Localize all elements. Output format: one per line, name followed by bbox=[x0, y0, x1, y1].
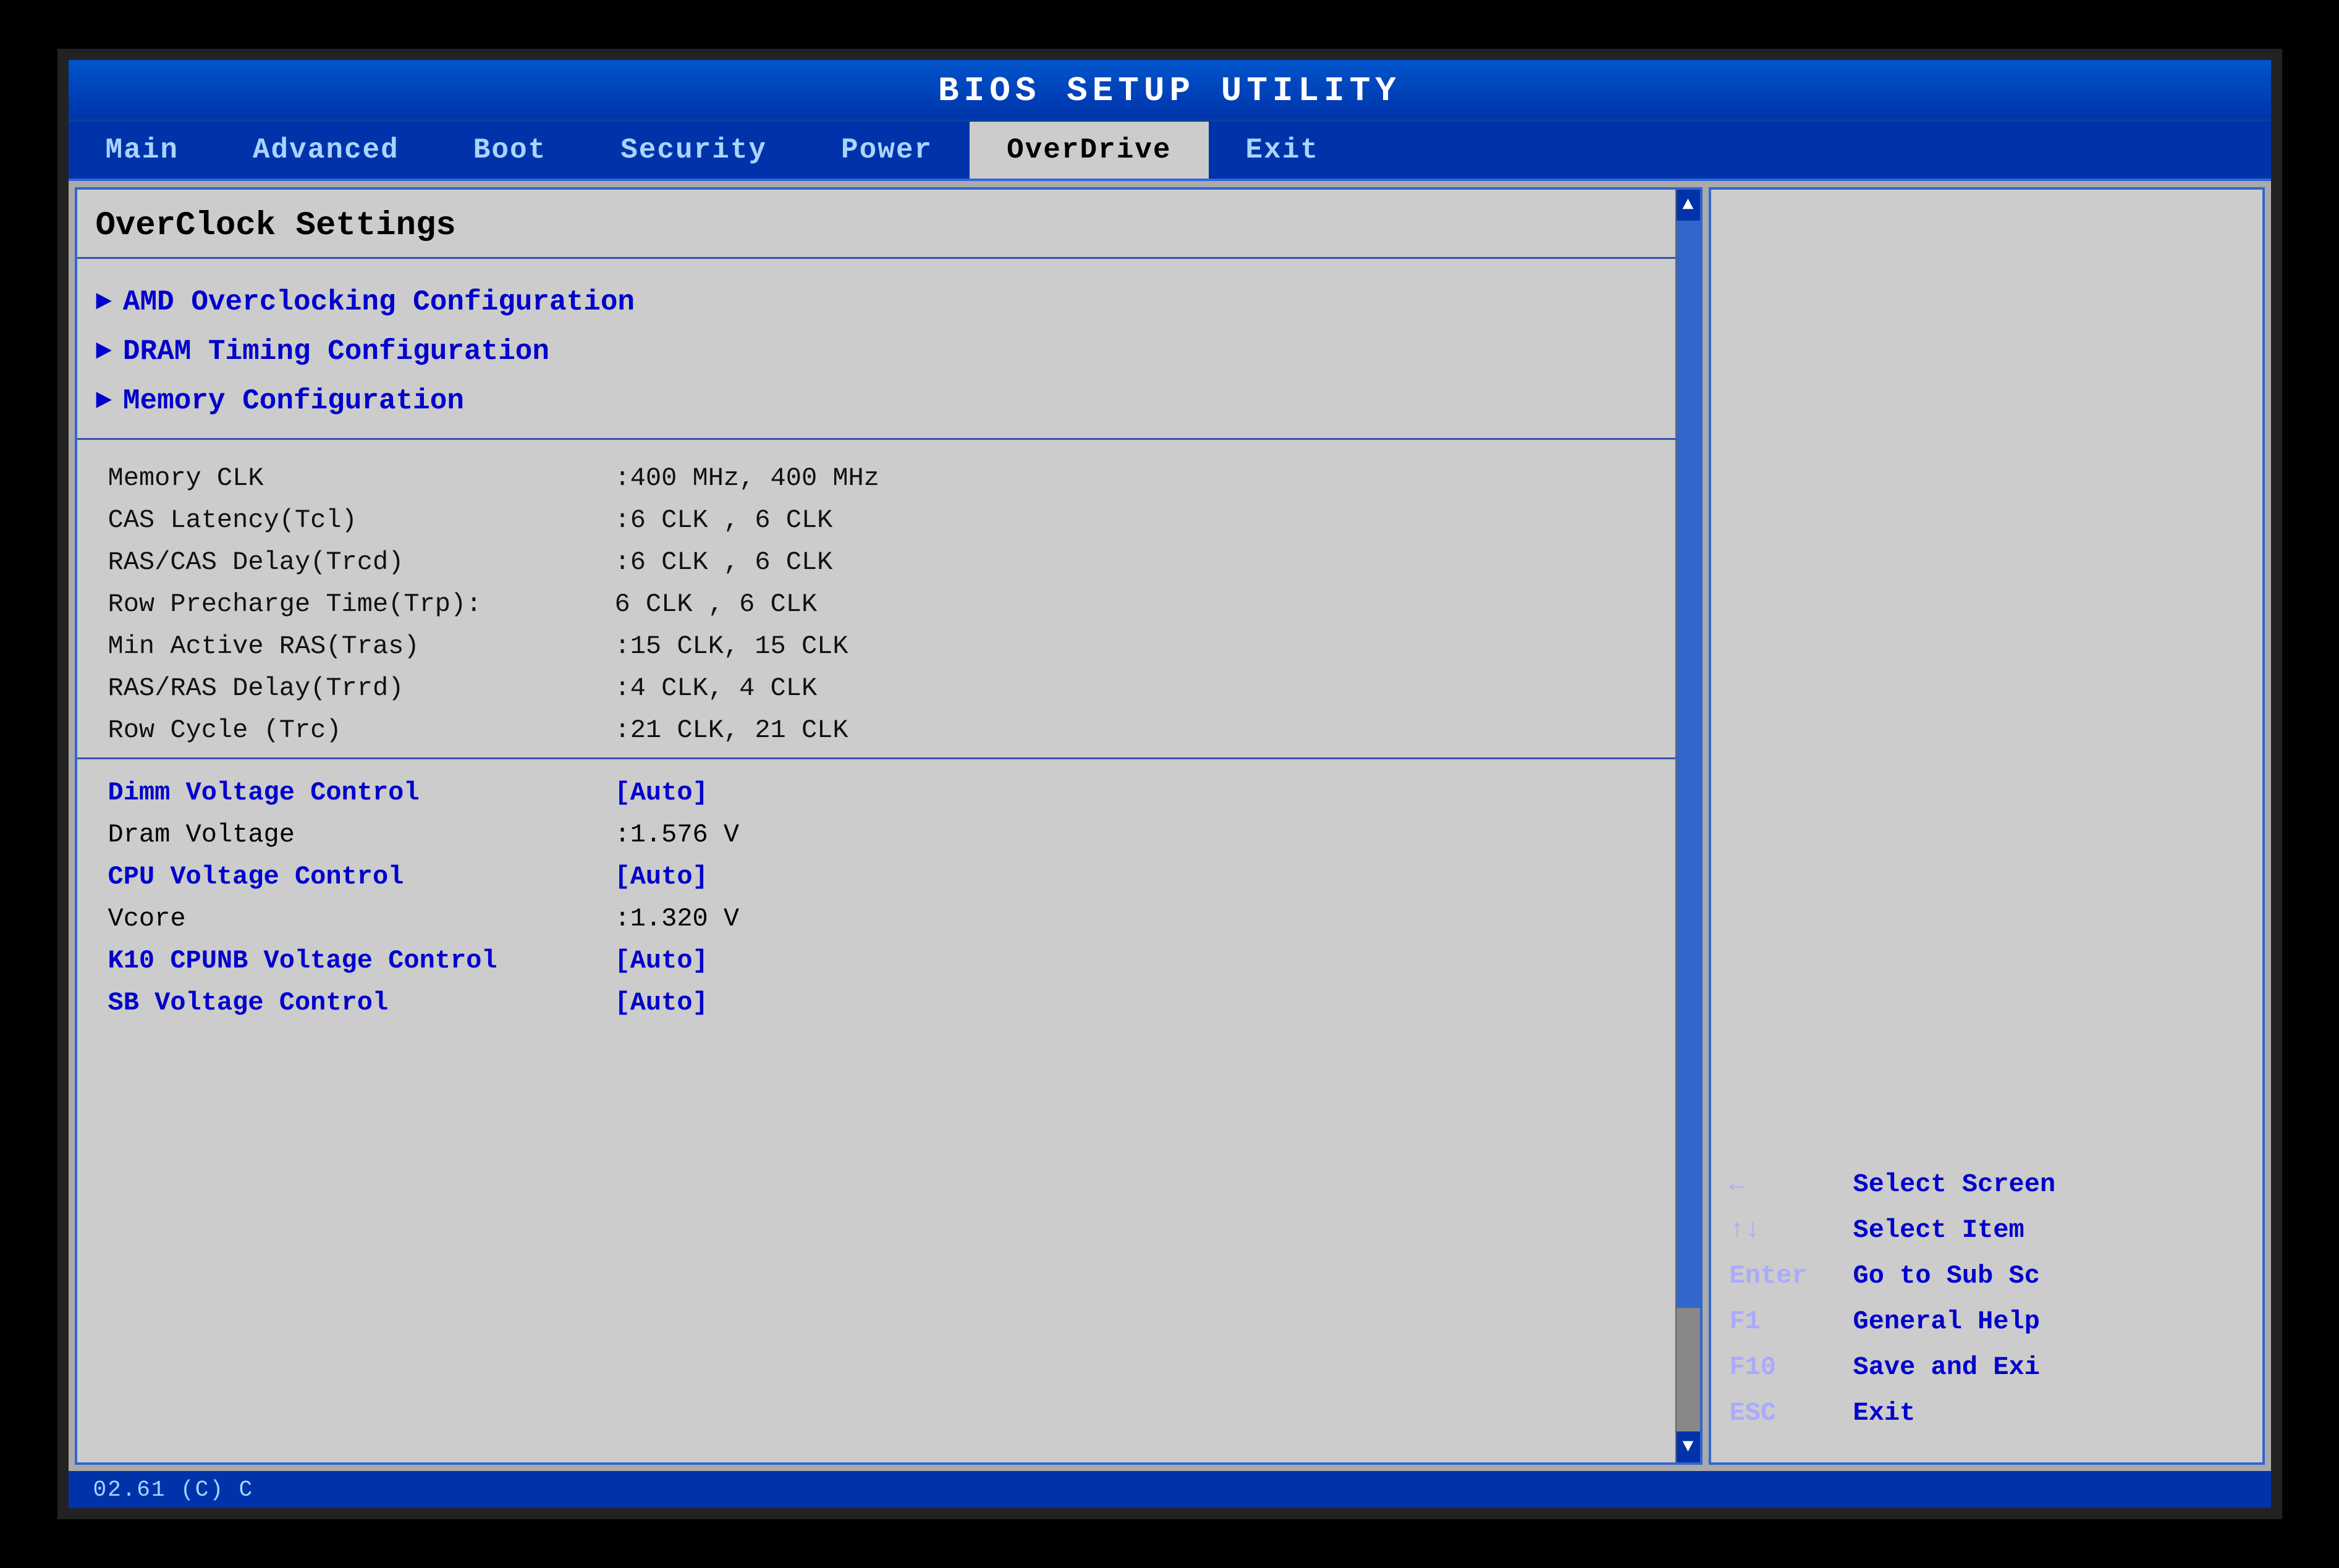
voltage-label-0: Dimm Voltage Control bbox=[108, 778, 615, 807]
submenu-memory[interactable]: ► Memory Configuration bbox=[96, 376, 1681, 426]
setting-value-5: :4 CLK, 4 CLK bbox=[615, 673, 818, 703]
scroll-thumb[interactable] bbox=[1677, 1308, 1700, 1431]
tab-security[interactable]: Security bbox=[583, 122, 804, 179]
setting-label-4: Min Active RAS(Tras) bbox=[108, 631, 615, 661]
voltage-label-5: SB Voltage Control bbox=[108, 988, 615, 1018]
tab-advanced[interactable]: Advanced bbox=[216, 122, 436, 179]
voltage-value-2: [Auto] bbox=[615, 862, 708, 891]
table-row: Dimm Voltage Control [Auto] bbox=[108, 772, 1681, 814]
setting-value-0: :400 MHz, 400 MHz bbox=[615, 463, 879, 493]
main-panel: OverClock Settings ► AMD Overclocking Co… bbox=[75, 187, 1702, 1465]
setting-label-3: Row Precharge Time(Trp): bbox=[108, 589, 615, 619]
tab-exit[interactable]: Exit bbox=[1209, 122, 1356, 179]
scroll-down-button[interactable]: ▼ bbox=[1677, 1431, 1700, 1462]
setting-label-1: CAS Latency(Tcl) bbox=[108, 505, 615, 535]
voltage-label-3: Vcore bbox=[108, 904, 615, 934]
voltage-label-4: K10 CPUNB Voltage Control bbox=[108, 946, 615, 976]
panel-body: ► AMD Overclocking Configuration ► DRAM … bbox=[77, 259, 1700, 1462]
setting-label-2: RAS/CAS Delay(Trcd) bbox=[108, 547, 615, 577]
legend-desc-3: General Help bbox=[1853, 1307, 2040, 1336]
bios-title: BIOS SETUP UTILITY bbox=[938, 71, 1401, 111]
bios-screen: BIOS SETUP UTILITY Main Advanced Boot Se… bbox=[57, 49, 2282, 1519]
legend-item-2: Enter Go to Sub Sc bbox=[1730, 1261, 2244, 1291]
setting-value-4: :15 CLK, 15 CLK bbox=[615, 631, 848, 661]
right-panel: ← Select Screen ↑↓ Select Item Enter Go … bbox=[1709, 187, 2265, 1465]
setting-label-5: RAS/RAS Delay(Trrd) bbox=[108, 673, 615, 703]
voltage-value-5: [Auto] bbox=[615, 988, 708, 1018]
submenu-amd-label: AMD Overclocking Configuration bbox=[123, 286, 635, 318]
legend-desc-2: Go to Sub Sc bbox=[1853, 1261, 2040, 1291]
table-row: Row Precharge Time(Trp): 6 CLK , 6 CLK bbox=[108, 583, 1681, 625]
table-row: Dram Voltage :1.576 V bbox=[108, 814, 1681, 856]
legend-item-5: ESC Exit bbox=[1730, 1398, 2244, 1428]
arrow-icon-memory: ► bbox=[96, 386, 112, 416]
arrow-icon-amd: ► bbox=[96, 287, 112, 318]
scroll-up-button[interactable]: ▲ bbox=[1677, 190, 1700, 221]
tab-boot[interactable]: Boot bbox=[436, 122, 583, 179]
table-row: RAS/RAS Delay(Trrd) :4 CLK, 4 CLK bbox=[108, 667, 1681, 709]
voltage-value-3: :1.320 V bbox=[615, 904, 740, 934]
legend-key-2: Enter bbox=[1730, 1261, 1853, 1291]
panel-title: OverClock Settings bbox=[77, 190, 1700, 259]
legend-key-4: F10 bbox=[1730, 1352, 1853, 1382]
voltage-value-4: [Auto] bbox=[615, 946, 708, 976]
voltage-value-1: :1.576 V bbox=[615, 820, 740, 849]
content-area: OverClock Settings ► AMD Overclocking Co… bbox=[69, 181, 2271, 1471]
scroll-track bbox=[1677, 221, 1700, 1431]
bottom-text: 02.61 (C) C bbox=[93, 1477, 254, 1503]
tab-main[interactable]: Main bbox=[69, 122, 216, 179]
scrollbar[interactable]: ▲ ▼ bbox=[1675, 190, 1700, 1462]
legend-key-0: ← bbox=[1730, 1170, 1853, 1199]
table-row: K10 CPUNB Voltage Control [Auto] bbox=[108, 940, 1681, 982]
legend-item-0: ← Select Screen bbox=[1730, 1170, 2244, 1199]
submenu-memory-label: Memory Configuration bbox=[123, 385, 464, 417]
legend-desc-0: Select Screen bbox=[1853, 1170, 2056, 1199]
table-row: CPU Voltage Control [Auto] bbox=[108, 856, 1681, 898]
arrow-icon-dram: ► bbox=[96, 336, 112, 367]
table-row: RAS/CAS Delay(Trcd) :6 CLK , 6 CLK bbox=[108, 541, 1681, 583]
voltage-label-2: CPU Voltage Control bbox=[108, 862, 615, 891]
settings-section: Memory CLK :400 MHz, 400 MHz CAS Latency… bbox=[77, 440, 1700, 759]
tab-overdrive[interactable]: OverDrive bbox=[970, 122, 1208, 179]
tab-power[interactable]: Power bbox=[804, 122, 970, 179]
setting-label-0: Memory CLK bbox=[108, 463, 615, 493]
legend-item-1: ↑↓ Select Item bbox=[1730, 1215, 2244, 1245]
table-row: Memory CLK :400 MHz, 400 MHz bbox=[108, 457, 1681, 499]
legend-key-3: F1 bbox=[1730, 1307, 1853, 1336]
submenu-amd[interactable]: ► AMD Overclocking Configuration bbox=[96, 277, 1681, 327]
submenu-dram[interactable]: ► DRAM Timing Configuration bbox=[96, 327, 1681, 376]
table-row: Row Cycle (Trc) :21 CLK, 21 CLK bbox=[108, 709, 1681, 751]
submenu-section: ► AMD Overclocking Configuration ► DRAM … bbox=[77, 259, 1700, 440]
voltage-section: Dimm Voltage Control [Auto] Dram Voltage… bbox=[77, 759, 1700, 1030]
legend-key-1: ↑↓ bbox=[1730, 1215, 1853, 1245]
bottom-bar: 02.61 (C) C bbox=[69, 1471, 2271, 1508]
setting-value-3: 6 CLK , 6 CLK bbox=[615, 589, 818, 619]
legend-desc-1: Select Item bbox=[1853, 1215, 2024, 1245]
legend-item-4: F10 Save and Exi bbox=[1730, 1352, 2244, 1382]
legend-desc-4: Save and Exi bbox=[1853, 1352, 2040, 1382]
submenu-dram-label: DRAM Timing Configuration bbox=[123, 335, 549, 368]
setting-value-1: :6 CLK , 6 CLK bbox=[615, 505, 833, 535]
setting-value-6: :21 CLK, 21 CLK bbox=[615, 715, 848, 745]
voltage-value-0: [Auto] bbox=[615, 778, 708, 807]
legend-key-5: ESC bbox=[1730, 1398, 1853, 1428]
setting-value-2: :6 CLK , 6 CLK bbox=[615, 547, 833, 577]
table-row: Vcore :1.320 V bbox=[108, 898, 1681, 940]
legend-desc-5: Exit bbox=[1853, 1398, 1916, 1428]
table-row: CAS Latency(Tcl) :6 CLK , 6 CLK bbox=[108, 499, 1681, 541]
nav-tabs: Main Advanced Boot Security Power OverDr… bbox=[69, 122, 2271, 181]
table-row: Min Active RAS(Tras) :15 CLK, 15 CLK bbox=[108, 625, 1681, 667]
title-bar: BIOS SETUP UTILITY bbox=[69, 60, 2271, 122]
setting-label-6: Row Cycle (Trc) bbox=[108, 715, 615, 745]
legend-item-3: F1 General Help bbox=[1730, 1307, 2244, 1336]
table-row: SB Voltage Control [Auto] bbox=[108, 982, 1681, 1024]
voltage-label-1: Dram Voltage bbox=[108, 820, 615, 849]
